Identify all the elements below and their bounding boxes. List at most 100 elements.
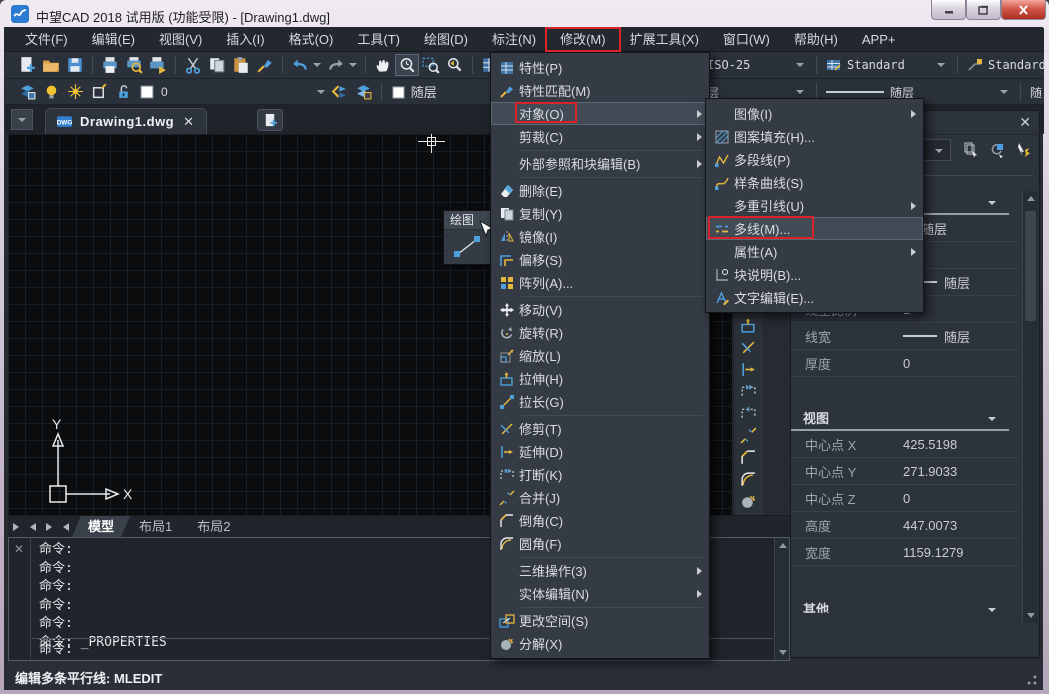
fillet-icon[interactable] [737,468,761,490]
layout-tab-布局2[interactable]: 布局2 [181,516,246,537]
property-row[interactable]: 中心点 X425.5198 [791,431,1017,458]
print-icon[interactable] [98,54,122,76]
scroll-down-icon[interactable] [1023,608,1038,623]
layer-previous-icon[interactable] [328,81,352,103]
color-swatch-icon[interactable] [387,81,411,103]
object-submenu-item[interactable]: 样条曲线(S) [706,171,923,194]
chamfer-icon[interactable] [737,446,761,468]
modify-menu-item[interactable]: 移动(V) [491,298,709,321]
layer-color-swatch-icon[interactable] [135,81,159,103]
modify-menu-item[interactable]: 圆角(F) [491,532,709,555]
menu-item[interactable]: 视图(V) [147,28,214,51]
property-row[interactable]: 线宽随层 [791,323,1017,350]
tab-close-icon[interactable]: ✕ [181,114,196,130]
modify-menu-item[interactable]: 旋转(R) [491,321,709,344]
open-file-icon[interactable] [39,54,63,76]
property-value[interactable]: 1159.1279 [903,545,964,560]
properties-scrollbar[interactable] [1022,191,1038,623]
layer-states-icon[interactable] [352,81,376,103]
stretch-icon[interactable] [737,314,761,336]
command-scrollbar[interactable] [774,538,789,660]
dim-style-combo[interactable]: ISO-25 [707,55,807,75]
property-value[interactable]: 随层 [903,327,970,346]
scroll-down-icon[interactable] [775,645,790,660]
zoom-realtime-icon[interactable] [395,54,419,76]
resize-grip[interactable] [1027,675,1037,685]
section-header[interactable]: 其他 [791,598,1009,613]
modify-menu-item[interactable]: 镜像(I) [491,225,709,248]
tab-list-button[interactable] [11,109,33,130]
extend-icon[interactable] [737,358,761,380]
object-submenu-item[interactable]: 多线(M)... [706,217,923,240]
menu-item[interactable]: 帮助(H) [782,28,850,51]
modify-menu-item[interactable]: 偏移(S) [491,248,709,271]
close-icon[interactable]: ✕ [1019,114,1031,131]
property-value[interactable]: 271.9033 [903,464,957,479]
layer-properties-icon[interactable] [15,81,39,103]
mleader-style-combo[interactable]: Standard [967,55,1049,75]
menu-item[interactable]: APP+ [850,28,908,51]
modify-menu-item[interactable]: 拉伸(H) [491,367,709,390]
break-icon[interactable] [737,380,761,402]
property-value[interactable]: 0 [903,356,910,371]
property-row[interactable]: 厚度0 [791,350,1017,377]
freeze-icon[interactable] [63,81,87,103]
collapse-icon[interactable] [988,608,996,612]
modify-menu-item[interactable]: 打断(K) [491,463,709,486]
minimize-button[interactable] [931,0,966,20]
menu-item[interactable]: 插入(I) [214,28,276,51]
quick-select-icon[interactable] [959,139,983,161]
menu-item[interactable]: 格式(O) [277,28,346,51]
property-row[interactable]: 宽度1159.1279 [791,539,1017,566]
property-row[interactable]: 中心点 Z0 [791,485,1017,512]
close-button[interactable] [1001,0,1046,20]
bulb-icon[interactable] [39,81,63,103]
modify-menu-item[interactable]: 倒角(C) [491,509,709,532]
lineweight-combo[interactable]: 随 [1030,82,1049,102]
chevron-down-icon[interactable] [317,90,325,94]
new-file-icon[interactable] [15,54,39,76]
toggle-pickadd-icon[interactable] [985,139,1009,161]
match-properties-icon[interactable] [253,54,277,76]
menu-item[interactable]: 扩展工具(X) [618,28,711,51]
object-submenu-item[interactable]: 多段线(P) [706,148,923,171]
scroll-up-icon[interactable] [1023,191,1038,206]
document-tab-drawing1[interactable]: DWG Drawing1.dwg ✕ [45,108,207,134]
paste-icon[interactable] [229,54,253,76]
section-header[interactable]: 视图 [791,407,1009,431]
chevron-down-icon[interactable] [349,63,357,67]
modify-menu-item[interactable]: 剪裁(C) [491,125,709,148]
object-submenu-item[interactable]: 块说明(B)... [706,263,923,286]
layout-tab-布局1[interactable]: 布局1 [123,516,188,537]
modify-menu-item[interactable]: 缩放(L) [491,344,709,367]
modify-menu-item[interactable]: 更改空间(S) [491,609,709,632]
object-submenu-item[interactable]: 多重引线(U) [706,194,923,217]
layout-tab-模型[interactable]: 模型 [72,516,130,537]
pan-icon[interactable] [371,54,395,76]
menu-item[interactable]: 窗口(W) [711,28,782,51]
break-point-icon[interactable] [737,402,761,424]
modify-menu-item[interactable]: 分解(X) [491,632,709,655]
property-value[interactable]: 0 [903,491,910,506]
new-tab-button[interactable] [257,109,283,131]
first-tab-icon[interactable] [8,516,24,537]
next-tab-icon[interactable] [40,516,56,537]
close-icon[interactable]: ✕ [14,542,24,556]
modify-menu-item[interactable]: 拉长(G) [491,390,709,413]
menu-item[interactable]: 标注(N) [480,28,548,51]
menu-item[interactable]: 工具(T) [345,28,412,51]
redo-icon[interactable] [324,54,348,76]
modify-menu-item[interactable]: 复制(Y) [491,202,709,225]
modify-menu-item[interactable]: 阵列(A)... [491,271,709,294]
modify-menu-item[interactable]: 实体编辑(N) [491,582,709,605]
restore-button[interactable] [966,0,1001,20]
copy-icon[interactable] [205,54,229,76]
property-row[interactable]: 中心点 Y271.9033 [791,458,1017,485]
zoom-window-icon[interactable] [419,54,443,76]
menu-item[interactable]: 文件(F) [13,28,80,51]
menu-item[interactable]: 绘图(D) [412,28,480,51]
zoom-previous-icon[interactable] [443,54,467,76]
modify-menu-item[interactable]: 合并(J) [491,486,709,509]
menu-item[interactable]: 编辑(E) [80,28,147,51]
scroll-up-icon[interactable] [775,538,790,553]
